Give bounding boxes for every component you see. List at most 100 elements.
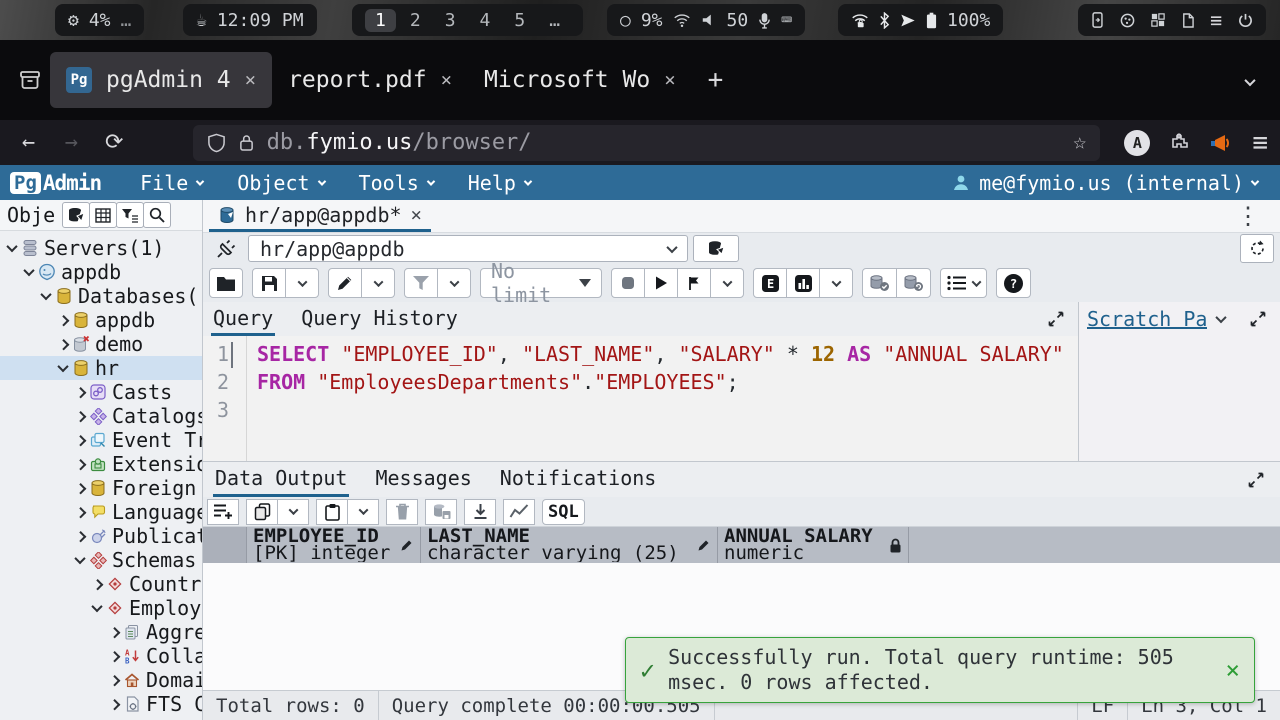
reload-button[interactable]: ⟳ — [98, 130, 131, 155]
commit-button[interactable] — [862, 268, 897, 298]
menu-file[interactable]: File — [123, 165, 220, 200]
browser-tab-pgadmin[interactable]: Pg pgAdmin 4 × — [50, 52, 272, 108]
collapse-chevron-icon[interactable] — [55, 364, 71, 372]
collapse-chevron-icon[interactable] — [72, 556, 88, 564]
tree-item-databases[interactable]: Databases( — [0, 284, 202, 308]
expand-chevron-icon[interactable] — [72, 508, 88, 516]
expand-editor-icon[interactable] — [1042, 311, 1070, 327]
scratch-caret[interactable] — [1216, 312, 1227, 323]
expand-chevron-icon[interactable] — [89, 580, 105, 588]
column-header-employee-id[interactable]: EMPLOYEE_ID[PK] integer — [247, 527, 421, 563]
execute-button[interactable] — [644, 268, 678, 298]
graph-visualiser-button[interactable] — [503, 499, 535, 525]
download-button[interactable] — [464, 499, 496, 525]
workspace-3[interactable]: 3 — [435, 9, 466, 32]
browser-tab-report[interactable]: report.pdf × — [272, 52, 468, 108]
collapse-chevron-icon[interactable] — [4, 244, 20, 252]
tree-item-employ[interactable]: Employ — [0, 596, 202, 620]
fold-chevron-icon[interactable] — [231, 340, 243, 368]
tree-item-extensio[interactable]: Extensio — [0, 452, 202, 476]
workspace-1[interactable]: 1 — [365, 9, 396, 32]
expand-scratch-icon[interactable] — [1244, 311, 1272, 327]
new-connection-button[interactable] — [693, 235, 739, 262]
clipboard-icon[interactable] — [1181, 13, 1194, 28]
forward-button[interactable]: → — [55, 130, 88, 155]
megaphone-extension-icon[interactable] — [1210, 133, 1232, 153]
stop-button[interactable] — [611, 268, 645, 298]
expand-chevron-icon[interactable] — [72, 484, 88, 492]
account-icon[interactable]: A — [1124, 130, 1150, 156]
tree-item-demo[interactable]: demo — [0, 332, 202, 356]
close-tab-icon[interactable]: × — [441, 69, 452, 91]
tree-item-aggre[interactable]: Aggre — [0, 620, 202, 644]
filter-button[interactable] — [404, 268, 438, 298]
expand-chevron-icon[interactable] — [72, 388, 88, 396]
connection-select[interactable]: hr/app@appdb — [248, 235, 688, 262]
expand-chevron-icon[interactable] — [106, 700, 122, 708]
expand-chevron-icon[interactable] — [72, 532, 88, 540]
list-tabs-caret[interactable] — [1230, 71, 1270, 90]
explain-analyze-button[interactable] — [786, 268, 820, 298]
paste-options-caret[interactable] — [347, 499, 379, 525]
macros-button[interactable] — [940, 268, 987, 298]
expand-output-icon[interactable] — [1242, 472, 1270, 488]
tab-query-history[interactable]: Query History — [299, 302, 460, 336]
device-icon[interactable] — [1091, 12, 1104, 28]
expand-chevron-icon[interactable] — [55, 316, 71, 324]
collapse-chevron-icon[interactable] — [38, 292, 54, 300]
save-data-button[interactable] — [425, 499, 457, 525]
tree-item-hr[interactable]: hr — [0, 356, 202, 380]
tree-item-colla[interactable]: ABColla — [0, 644, 202, 668]
tree-item-publicat[interactable]: Publicat — [0, 524, 202, 548]
column-header-last-name[interactable]: LAST_NAMEcharacter varying (25) — [421, 527, 718, 563]
expand-chevron-icon[interactable] — [72, 436, 88, 444]
tree-item-appdb[interactable]: appdb — [0, 260, 202, 284]
extensions-puzzle-icon[interactable] — [1170, 133, 1190, 153]
row-limit-select[interactable]: No limit — [480, 268, 602, 298]
lock-icon[interactable] — [239, 133, 254, 152]
workspace-4[interactable]: 4 — [470, 9, 501, 32]
tree-item-countr[interactable]: Countr — [0, 572, 202, 596]
collapse-chevron-icon[interactable] — [89, 604, 105, 612]
tab-notifications[interactable]: Notifications — [498, 462, 659, 497]
quick-status[interactable]: ○ 9% 50 ⌨ — [607, 4, 805, 36]
search-button[interactable] — [143, 202, 171, 228]
collapse-chevron-icon[interactable] — [21, 268, 37, 276]
execute-caret[interactable] — [710, 268, 744, 298]
expand-chevron-icon[interactable] — [55, 340, 71, 348]
filter-options-caret[interactable] — [437, 268, 471, 298]
tree-item-appdb[interactable]: appdb — [0, 308, 202, 332]
close-tab-icon[interactable]: × — [245, 69, 256, 91]
workspace-5[interactable]: 5 — [504, 9, 535, 32]
tree-item-event-tri[interactable]: Event Tri — [0, 428, 202, 452]
delete-row-button[interactable] — [386, 499, 418, 525]
browser-menu-icon[interactable]: ≡ — [1252, 128, 1268, 158]
power-icon[interactable] — [1238, 13, 1253, 28]
save-options-caret[interactable] — [285, 268, 319, 298]
workspace-…[interactable]: … — [539, 9, 570, 32]
view-data-button[interactable] — [89, 202, 117, 228]
browser-tab-microsoft[interactable]: Microsoft Wo × — [468, 52, 692, 108]
help-button[interactable]: ? — [996, 268, 1031, 298]
tab-data-output[interactable]: Data Output — [213, 462, 349, 497]
shield-icon[interactable] — [207, 133, 226, 153]
tray-indicators[interactable]: 100% — [838, 4, 1003, 36]
windows-icon[interactable] — [1151, 13, 1165, 27]
expand-chevron-icon[interactable] — [72, 460, 88, 468]
firefox-view-icon[interactable] — [10, 69, 50, 91]
user-menu[interactable]: me@fymio.us (internal) — [951, 171, 1272, 195]
menu-tools[interactable]: Tools — [342, 165, 451, 200]
save-file-button[interactable] — [252, 268, 286, 298]
tree-item-fts-c[interactable]: FTS C — [0, 692, 202, 716]
execute-options-button[interactable] — [677, 268, 711, 298]
sql-code[interactable]: SELECT "EMPLOYEE_ID", "LAST_NAME", "SALA… — [247, 336, 1064, 461]
menu-help[interactable]: Help — [451, 165, 548, 200]
bookmark-star-icon[interactable]: ☆ — [1073, 130, 1086, 155]
tab-messages[interactable]: Messages — [373, 462, 473, 497]
toast-close-icon[interactable]: × — [1226, 656, 1240, 684]
clock[interactable]: ☕ 12:09 PM — [183, 4, 317, 36]
column-header-annual-salary[interactable]: ANNUAL SALARYnumeric — [718, 527, 909, 563]
connection-plug-icon[interactable] — [209, 238, 243, 260]
add-row-button[interactable] — [207, 499, 239, 525]
refresh-layout-button[interactable] — [1240, 234, 1274, 263]
